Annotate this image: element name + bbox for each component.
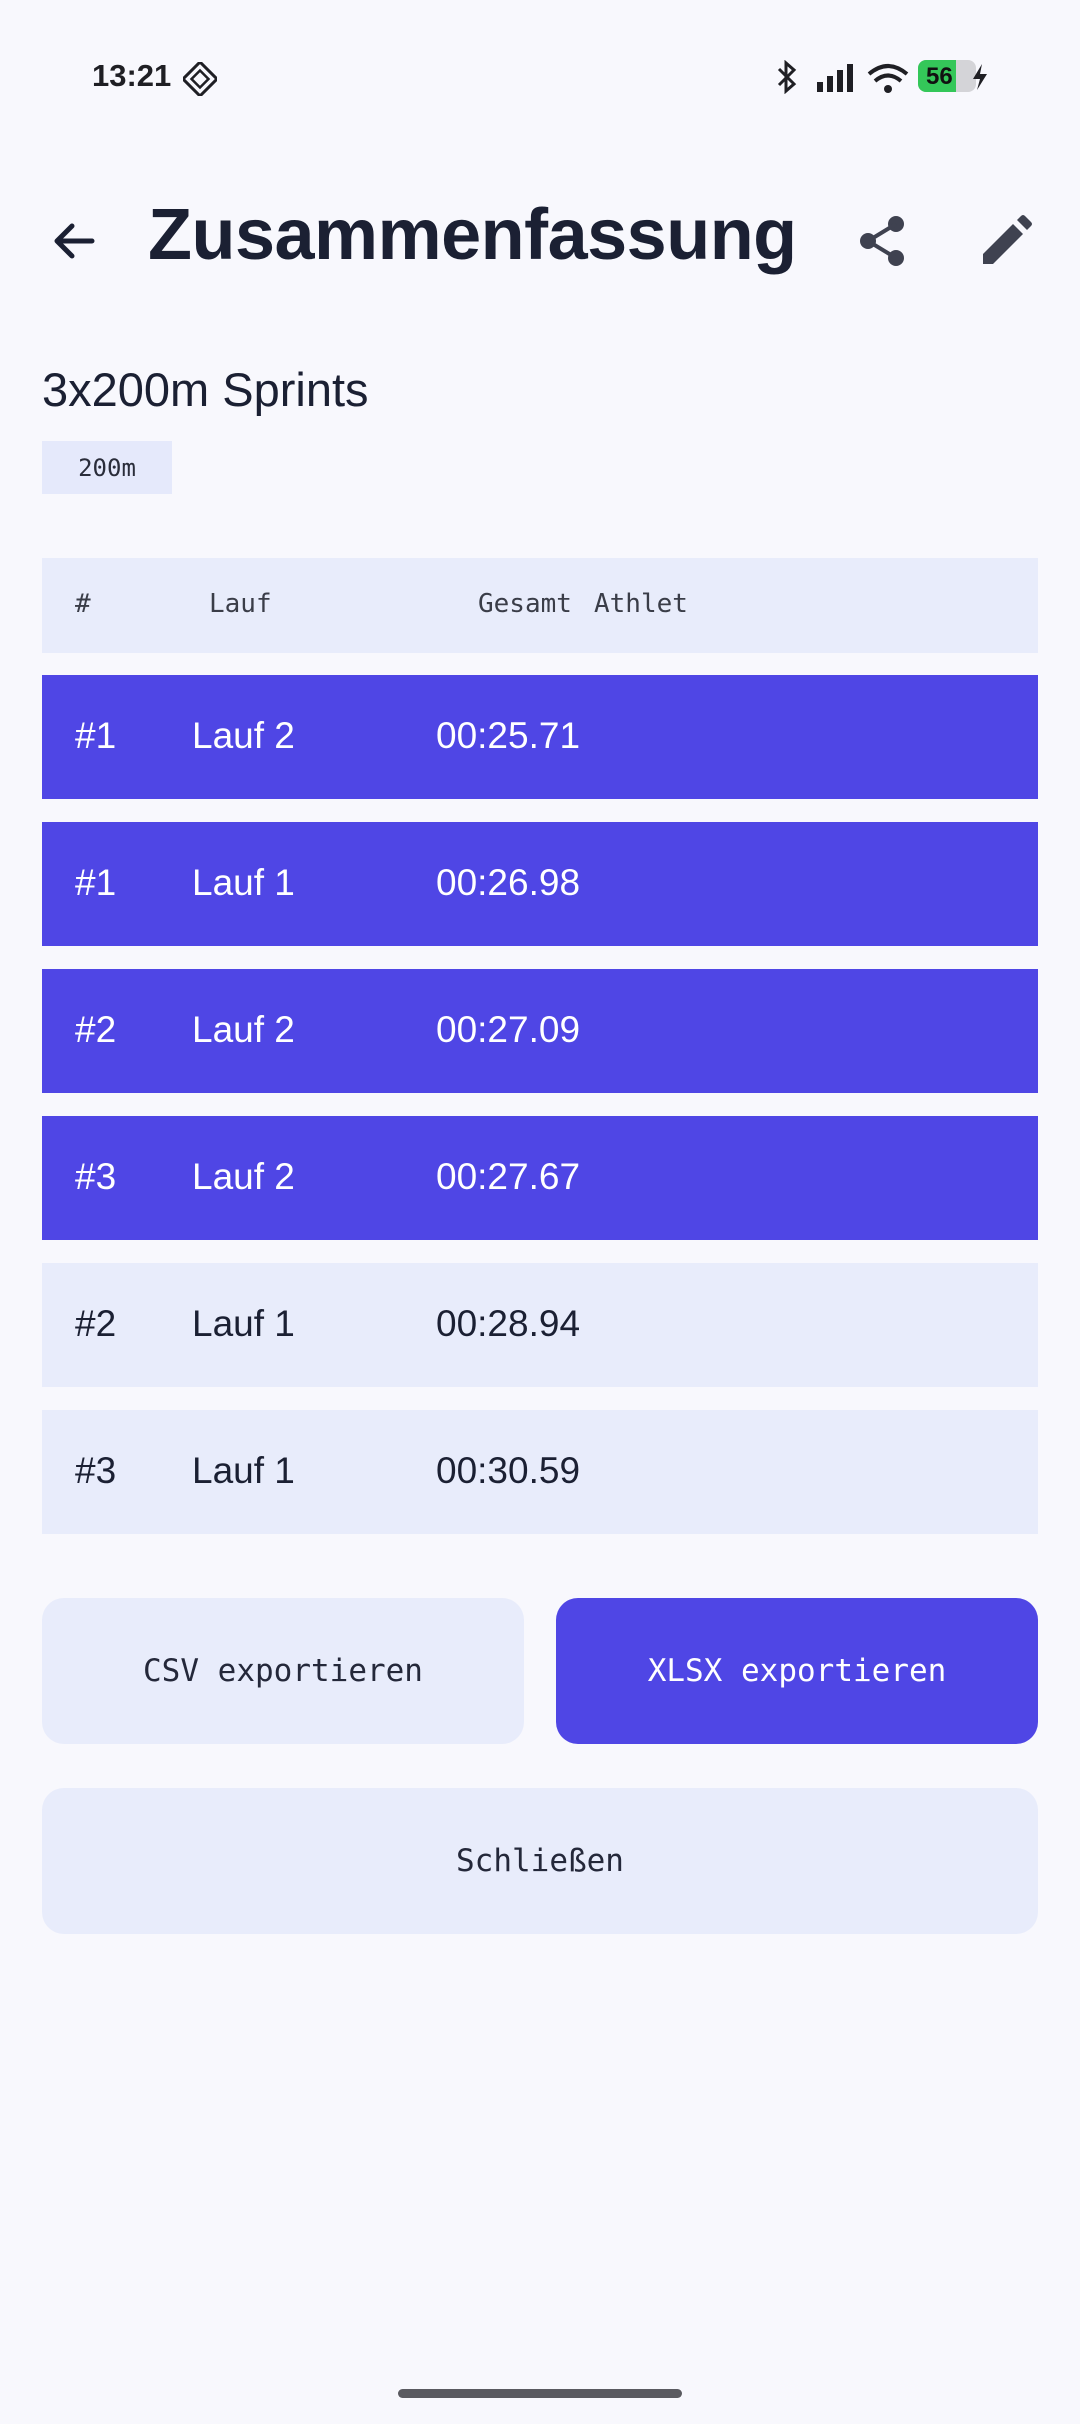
table-row[interactable]: #2 Lauf 2 00:27.09 [42, 969, 1038, 1093]
home-indicator[interactable] [398, 2389, 682, 2398]
row-time: 00:27.67 [436, 1156, 581, 1197]
status-bar: 13:21 56 [0, 0, 1080, 150]
debug-icon [180, 59, 220, 101]
table-row[interactable]: #3 Lauf 1 00:30.59 [42, 1410, 1038, 1534]
header-run: Lauf [209, 589, 272, 619]
distance-chip: 200m [42, 441, 172, 494]
page-title: Zusammenfassung [148, 195, 797, 275]
row-rank: #1 [75, 715, 117, 756]
app-bar: Zusammenfassung [0, 180, 1080, 300]
charging-icon [970, 62, 990, 97]
row-rank: #3 [75, 1156, 117, 1197]
battery-icon: 56 [918, 60, 976, 92]
row-time: 00:25.71 [436, 715, 581, 756]
signal-icon [815, 62, 857, 99]
header-total: Gesamt [478, 589, 572, 619]
bluetooth-icon [774, 59, 800, 99]
battery-level: 56 [926, 63, 953, 90]
arrow-left-icon [54, 223, 95, 259]
table-row[interactable]: #3 Lauf 2 00:27.67 [42, 1116, 1038, 1240]
row-time: 00:30.59 [436, 1450, 581, 1491]
wifi-icon [867, 62, 909, 99]
table-row[interactable]: #2 Lauf 1 00:28.94 [42, 1263, 1038, 1387]
row-run: Lauf 2 [192, 1156, 295, 1197]
row-time: 00:27.09 [436, 1009, 581, 1050]
row-run: Lauf 2 [192, 1009, 295, 1050]
row-run: Lauf 1 [192, 1303, 295, 1344]
row-run: Lauf 1 [192, 862, 295, 903]
header-athlete: Athlet [594, 589, 688, 619]
table-row[interactable]: #1 Lauf 1 00:26.98 [42, 822, 1038, 946]
row-run: Lauf 1 [192, 1450, 295, 1491]
status-time: 13:21 [92, 58, 172, 93]
close-button[interactable]: Schließen [42, 1788, 1038, 1934]
table-row[interactable]: #1 Lauf 2 00:25.71 [42, 675, 1038, 799]
row-time: 00:28.94 [436, 1303, 581, 1344]
row-rank: #3 [75, 1450, 117, 1491]
header-rank: # [75, 589, 91, 619]
row-rank: #1 [75, 862, 117, 903]
session-name: 3x200m Sprints [42, 363, 369, 416]
back-button[interactable] [38, 205, 110, 277]
row-run: Lauf 2 [192, 715, 295, 756]
share-button[interactable] [846, 205, 918, 277]
edit-button[interactable] [970, 205, 1042, 277]
row-rank: #2 [75, 1009, 117, 1050]
export-xlsx-button[interactable]: XLSX exportieren [556, 1598, 1038, 1744]
share-icon [860, 216, 904, 266]
export-csv-button[interactable]: CSV exportieren [42, 1598, 524, 1744]
pencil-icon [983, 215, 1032, 264]
row-time: 00:26.98 [436, 862, 581, 903]
table-header: # Lauf Gesamt Athlet [42, 558, 1038, 653]
row-rank: #2 [75, 1303, 117, 1344]
